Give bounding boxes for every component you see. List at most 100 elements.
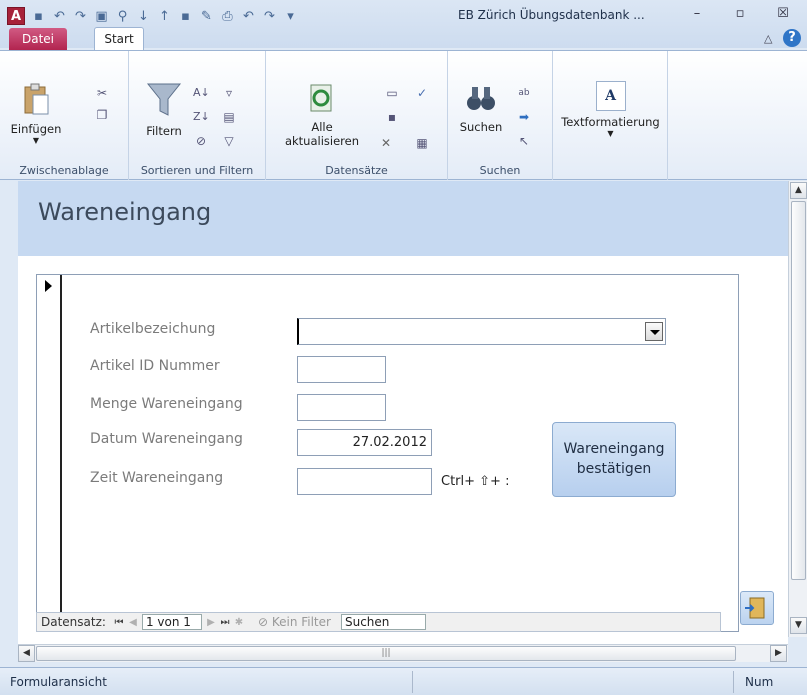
more-records-icon[interactable]: ▦ (414, 135, 430, 151)
window-title: EB Zürich Übungsdatenbank ... (458, 8, 645, 22)
toggle-filter-icon[interactable]: ▽ (221, 133, 237, 149)
scroll-down-icon[interactable]: ▼ (790, 617, 807, 634)
paste-dropdown-icon: ▼ (32, 136, 40, 145)
clipboard-group-label: Zwischenablage (19, 164, 109, 177)
dropdown-arrow-icon[interactable] (645, 322, 663, 341)
spelling-icon[interactable]: ✓ (414, 85, 430, 101)
customize-qat-icon[interactable]: ▾ (282, 8, 299, 25)
group-find: Suchen ab ➡ ↖ Suchen (448, 51, 553, 180)
scroll-left-icon[interactable]: ◀ (18, 645, 35, 662)
status-bar: Formularansicht Num (0, 667, 807, 695)
text-formatting-button[interactable]: A Textformatierung ▼ (555, 81, 666, 138)
group-records: Alle aktualisieren ▭ ▪ ✕ ✓ ▦ Datensätze (266, 51, 448, 180)
text-format-icon: A (595, 81, 626, 111)
nav-search-input[interactable]: Suchen (340, 614, 426, 630)
scroll-right-icon[interactable]: ▶ (770, 645, 787, 662)
no-filter-icon: ⊘ (257, 615, 272, 629)
record-navigation-bar: Datensatz: ⏮ ◀ 1 von 1 ▶ ⏭ ✱ ⊘ Kein Filt… (36, 612, 721, 632)
maximize-button[interactable]: ▫ (727, 4, 753, 24)
no-filter-label: Kein Filter (271, 615, 331, 629)
copy-icon[interactable]: ❐ (94, 107, 110, 123)
minimize-ribbon-icon[interactable]: △ (764, 32, 772, 45)
vertical-scroll-thumb[interactable] (791, 201, 806, 580)
ribbon: Einfügen ▼ ✂ ❐ Zwischenablage Filtern A↓… (0, 50, 807, 180)
horizontal-scrollbar[interactable]: ◀ ||| ▶ (18, 644, 788, 662)
filter-button[interactable]: Filtern (139, 81, 189, 138)
redo-icon[interactable]: ↷ (72, 8, 89, 25)
time-label: Zeit Wareneingang (90, 470, 224, 486)
paste-icon (24, 83, 49, 115)
nav-label: Datensatz: (41, 615, 106, 629)
article-id-field[interactable] (297, 356, 386, 383)
sort-descending-icon[interactable]: ↑ (156, 8, 173, 25)
current-record-icon (45, 280, 52, 292)
current-record-field[interactable]: 1 von 1 (141, 614, 202, 630)
close-button[interactable]: ☒ (770, 4, 796, 24)
text-formatting-label: Textformatierung (561, 115, 660, 129)
print-icon[interactable]: ⎙ (219, 8, 236, 25)
save-icon[interactable]: ▪ (30, 8, 47, 25)
minimize-button[interactable]: – (684, 4, 710, 24)
exit-door-icon (745, 597, 765, 619)
selection-filter-icon[interactable]: ▿ (221, 85, 237, 101)
filter-label: Filtern (146, 124, 182, 138)
select-icon[interactable]: ↖ (516, 133, 532, 149)
sort-ascending-icon[interactable]: ↓ (135, 8, 152, 25)
status-divider (733, 671, 734, 693)
quantity-field[interactable] (297, 394, 386, 421)
date-label: Datum Wareneingang (90, 431, 243, 447)
time-shortcut-hint: Ctrl+ ⇧+ : (441, 474, 510, 489)
access-app-icon[interactable]: A (7, 7, 25, 25)
form-area: Wareneingang (18, 181, 788, 644)
vertical-scrollbar[interactable]: ▲ ▼ (788, 181, 807, 637)
time-field[interactable] (297, 468, 432, 495)
sort-za-icon[interactable]: Z↓ (193, 109, 210, 125)
redo-2-icon[interactable]: ↷ (261, 8, 278, 25)
sort-filter-group-label: Sortieren und Filtern (140, 164, 254, 177)
previous-record-icon[interactable]: ◀ (126, 617, 140, 628)
refresh-icon (310, 84, 332, 112)
clear-sort-icon[interactable]: ⊘ (193, 133, 209, 149)
title-bar: A ▪ ↶ ↷ ▣ ⚲ ↓ ↑ ▪ ✎ ⎙ ↶ ↷ ▾ EB Zürich Üb… (0, 0, 807, 50)
date-field[interactable]: 27.02.2012 (297, 429, 432, 456)
num-lock-status: Num (745, 675, 774, 689)
advanced-filter-icon[interactable]: ▤ (221, 109, 237, 125)
binoculars-large-icon (467, 87, 495, 110)
goto-icon[interactable]: ➡ (516, 109, 532, 125)
sort-az-icon[interactable]: A↓ (193, 85, 210, 101)
replace-icon[interactable]: ab (516, 85, 532, 101)
records-group-label: Datensätze (325, 164, 388, 177)
horizontal-scroll-thumb[interactable]: ||| (36, 646, 736, 661)
text-formatting-dropdown-icon: ▼ (607, 129, 614, 138)
status-divider (412, 671, 413, 693)
first-record-icon[interactable]: ⏮ (112, 617, 126, 628)
exit-form-button[interactable] (740, 591, 774, 625)
cut-icon[interactable]: ✂ (94, 85, 110, 101)
next-record-icon[interactable]: ▶ (204, 617, 218, 628)
article-combobox[interactable] (297, 318, 666, 345)
tab-file[interactable]: Datei (9, 28, 67, 50)
save-record-icon[interactable]: ▪ (177, 8, 194, 25)
article-id-label: Artikel ID Nummer (90, 358, 220, 374)
scroll-up-icon[interactable]: ▲ (790, 182, 807, 199)
new-record-icon[interactable]: ▭ (384, 85, 400, 101)
quick-access-toolbar: ▪ ↶ ↷ ▣ ⚲ ↓ ↑ ▪ ✎ ⎙ ↶ ↷ ▾ (30, 6, 299, 26)
edit-icon[interactable]: ✎ (198, 8, 215, 25)
form-icon[interactable]: ▣ (93, 8, 110, 25)
undo-icon[interactable]: ↶ (51, 8, 68, 25)
last-record-icon[interactable]: ⏭ (218, 617, 232, 628)
confirm-goods-receipt-button[interactable]: Wareneingang bestätigen (552, 422, 676, 497)
tab-start[interactable]: Start (94, 27, 144, 50)
help-icon[interactable]: ? (783, 29, 801, 47)
search-button[interactable]: Suchen (456, 81, 506, 134)
delete-record-icon[interactable]: ✕ (378, 135, 394, 151)
undo-2-icon[interactable]: ↶ (240, 8, 257, 25)
refresh-all-button[interactable]: Alle aktualisieren (274, 81, 370, 148)
save-record-button-icon[interactable]: ▪ (384, 109, 400, 125)
paste-button[interactable]: Einfügen ▼ (6, 83, 66, 145)
binoculars-icon[interactable]: ⚲ (114, 8, 131, 25)
funnel-icon (146, 83, 182, 116)
record-selector[interactable] (37, 275, 62, 631)
filter-status[interactable]: ⊘ Kein Filter (258, 615, 331, 629)
new-record-nav-icon[interactable]: ✱ (232, 617, 246, 628)
